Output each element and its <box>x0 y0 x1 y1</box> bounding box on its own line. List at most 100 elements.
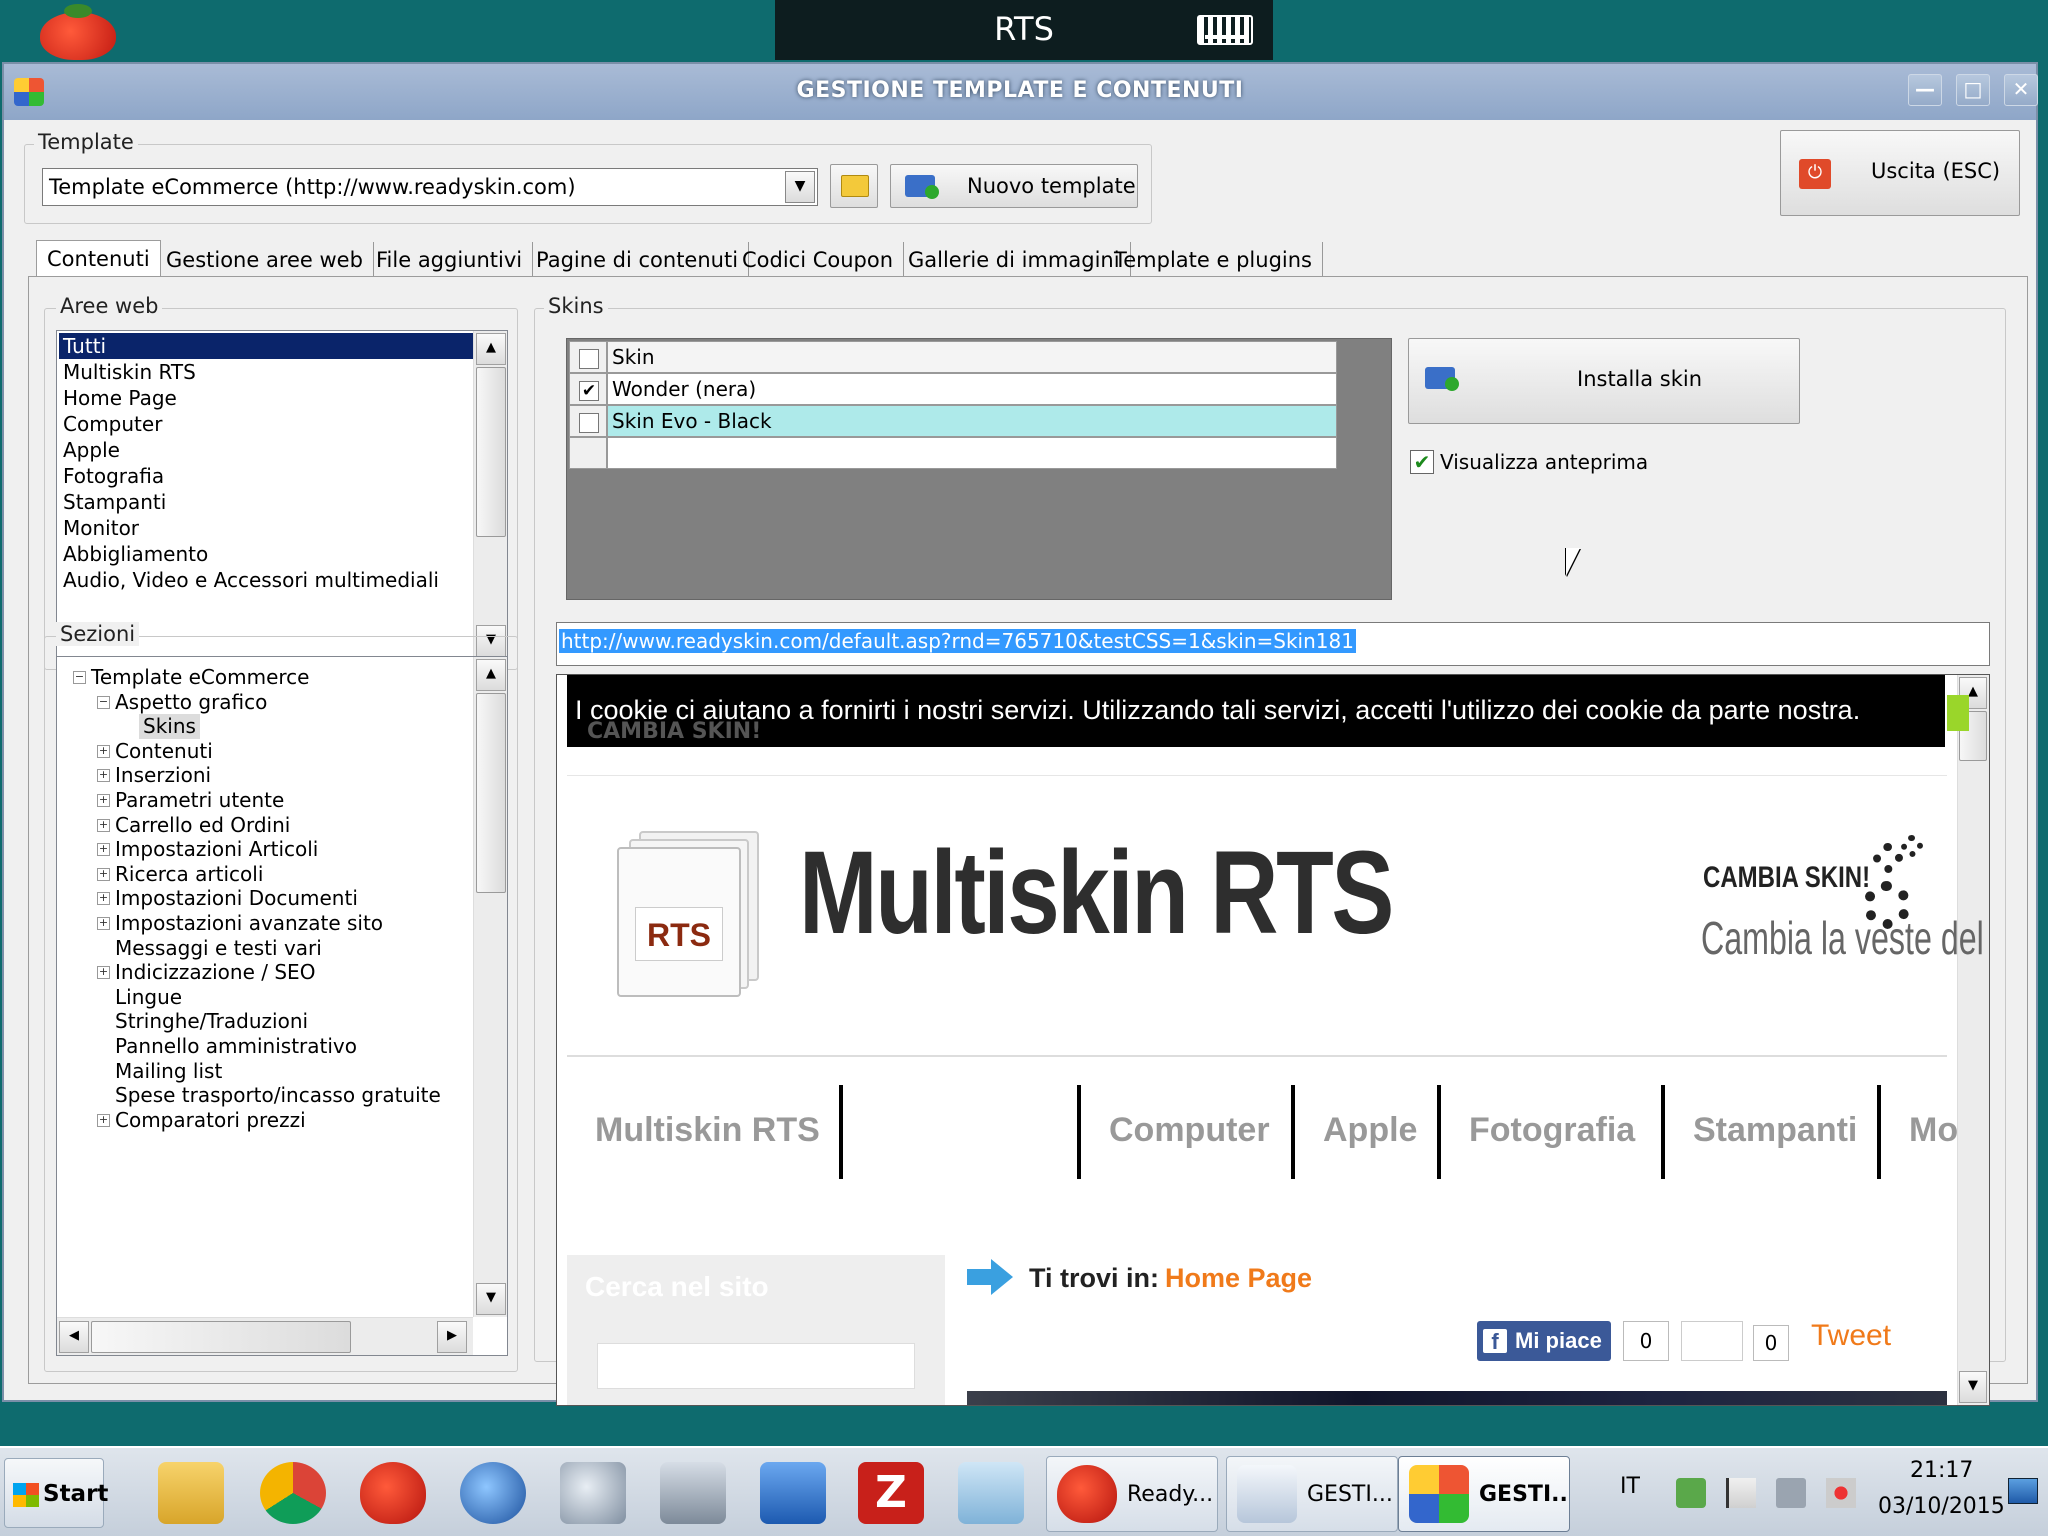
scroll-thumb[interactable] <box>476 367 506 537</box>
expand-icon[interactable]: + <box>97 794 110 807</box>
tree-item[interactable]: Contenuti <box>115 739 213 764</box>
chrome-icon[interactable] <box>260 1462 326 1524</box>
tree-item[interactable]: Indicizzazione / SEO <box>115 960 315 985</box>
notepad-icon[interactable] <box>958 1462 1024 1524</box>
scroll-up-icon[interactable]: ▲ <box>476 659 506 691</box>
nav-item-fotografia[interactable]: Fotografia <box>1469 1085 1635 1175</box>
volume-muted-icon[interactable] <box>1826 1478 1856 1508</box>
nav-item-stampanti[interactable]: Stampanti <box>1693 1085 1857 1175</box>
folder-button[interactable] <box>830 164 878 208</box>
template-select[interactable]: Template eCommerce (http://www.readyskin… <box>42 168 818 206</box>
tree-item[interactable]: Stringhe/Traduzioni <box>115 1009 308 1034</box>
remote-desktop-icon[interactable] <box>760 1462 826 1524</box>
minimize-button[interactable]: — <box>1908 74 1942 106</box>
scroll-thumb[interactable] <box>476 693 506 893</box>
hscroll-thumb[interactable] <box>91 1321 351 1353</box>
display-icon[interactable] <box>1776 1478 1806 1508</box>
install-skin-button[interactable]: Installa skin <box>1408 338 1800 424</box>
expand-icon[interactable]: + <box>97 769 110 783</box>
nav-item-more[interactable]: Mo <box>1909 1085 1958 1175</box>
aree-web-scrollbar[interactable]: ▲ ▼ <box>473 331 507 659</box>
title-bar[interactable]: GESTIONE TEMPLATE E CONTENUTI — □ ✕ <box>4 64 2038 120</box>
preview-url-field[interactable]: http://www.readyskin.com/default.asp?rnd… <box>556 622 1990 666</box>
sezioni-hscrollbar[interactable]: ◀ ▶ <box>57 1317 473 1355</box>
thunderbird-icon[interactable] <box>460 1462 526 1524</box>
nav-item-computer[interactable]: Computer <box>1109 1085 1270 1175</box>
facebook-like-button[interactable]: f Mi piace <box>1477 1321 1611 1361</box>
tree-item[interactable]: Parametri utente <box>115 788 284 813</box>
tools-icon[interactable] <box>560 1462 626 1524</box>
expand-icon[interactable]: + <box>97 818 110 832</box>
tab-pagine-di-contenuti[interactable]: Pagine di contenuti <box>526 242 750 278</box>
nav-item-multiskin[interactable]: Multiskin RTS <box>595 1085 820 1175</box>
scroll-down-icon[interactable]: ▼ <box>1959 1371 1987 1403</box>
taskbar-task-gesti-active[interactable]: GESTI... <box>1398 1456 1570 1532</box>
filezilla-icon[interactable]: Z <box>858 1462 924 1524</box>
expand-icon[interactable]: + <box>97 843 110 857</box>
clock-time[interactable]: 21:17 <box>1910 1458 1973 1483</box>
scroll-up-icon[interactable]: ▲ <box>476 333 506 365</box>
tree-item[interactable]: Impostazioni Articoli <box>115 837 318 862</box>
tree-item[interactable]: Skins <box>139 714 200 739</box>
preview-checkbox[interactable]: ✔ <box>1410 450 1434 474</box>
breadcrumb-link[interactable]: Home Page <box>1165 1263 1312 1294</box>
new-template-button[interactable]: Nuovo template <box>890 164 1138 208</box>
expand-icon[interactable]: + <box>97 1113 110 1127</box>
tweet-link[interactable]: Tweet <box>1811 1319 1891 1353</box>
tree-item[interactable]: Messaggi e testi vari <box>115 936 322 961</box>
scroll-right-icon[interactable]: ▶ <box>437 1321 467 1353</box>
tree-item[interactable]: Ricerca articoli <box>115 862 263 887</box>
list-item[interactable]: Stampanti <box>59 489 473 515</box>
tree-item[interactable]: Lingue <box>115 985 182 1010</box>
aree-web-list[interactable]: Tutti Multiskin RTS Home Page Computer Apple… <box>56 330 508 660</box>
server-icon[interactable] <box>660 1462 726 1524</box>
list-item[interactable]: Tutti <box>59 333 473 359</box>
select-all-checkbox[interactable] <box>579 349 599 369</box>
sezioni-vscrollbar[interactable]: ▲ ▼ <box>473 657 507 1317</box>
tree-item[interactable]: Aspetto grafico <box>115 690 267 715</box>
maximize-button[interactable]: □ <box>1956 74 1990 106</box>
tab-codici-coupon[interactable]: Codici Coupon <box>732 242 905 278</box>
chevron-down-icon[interactable]: ▼ <box>785 171 815 203</box>
list-item[interactable]: Home Page <box>59 385 473 411</box>
skin-preview-browser[interactable]: ▲ ▼ CAMBIA SKIN! I cookie ci aiutano a f… <box>556 674 1990 1406</box>
show-desktop-icon[interactable] <box>2008 1478 2038 1504</box>
tree-item[interactable]: Impostazioni Documenti <box>115 886 358 911</box>
tab-gallerie-di-immagini[interactable]: Gallerie di immagini <box>898 242 1131 278</box>
start-button[interactable]: Start <box>4 1458 108 1528</box>
taskbar-task-ready[interactable]: Ready... <box>1046 1456 1218 1532</box>
tab-template-e-plugins[interactable]: Template e plugins <box>1104 242 1323 278</box>
flag-icon[interactable] <box>1726 1478 1756 1508</box>
expand-icon[interactable]: + <box>97 867 110 881</box>
list-item[interactable]: Monitor <box>59 515 473 541</box>
skins-grid[interactable]: Skin ✔ Wonder (nera) Skin Evo - Black <box>566 338 1392 600</box>
file-explorer-icon[interactable] <box>158 1462 224 1524</box>
list-item[interactable]: Audio, Video e Accessori multimediali <box>59 567 473 593</box>
list-item[interactable]: Fotografia <box>59 463 473 489</box>
expand-icon[interactable]: + <box>97 966 110 980</box>
close-button[interactable]: ✕ <box>2004 74 2038 106</box>
collapse-icon[interactable]: − <box>73 671 86 684</box>
expand-icon[interactable]: + <box>97 892 110 906</box>
tab-file-aggiuntivi[interactable]: File aggiuntivi <box>366 242 534 278</box>
tree-item[interactable]: Template eCommerce <box>91 665 309 690</box>
list-item[interactable]: Apple <box>59 437 473 463</box>
language-indicator[interactable]: IT <box>1620 1474 1640 1499</box>
tab-contenuti[interactable]: Contenuti <box>36 240 161 276</box>
sezioni-tree[interactable]: Template eCommerce − Aspetto grafico − Skins… <box>56 656 508 1356</box>
skin-row-checkbox[interactable] <box>579 413 599 433</box>
preview-scrollbar[interactable]: ▲ ▼ <box>1957 675 1989 1405</box>
list-item[interactable]: Multiskin RTS <box>59 359 473 385</box>
collapse-icon[interactable]: − <box>97 695 110 709</box>
clock-date[interactable]: 03/10/2015 <box>1878 1494 2005 1519</box>
skin-column-header[interactable]: Skin <box>607 341 1337 373</box>
keyboard-icon[interactable] <box>1197 15 1253 45</box>
expand-icon[interactable]: + <box>97 744 110 758</box>
tree-item[interactable]: Inserzioni <box>115 763 211 788</box>
strawberry-app-icon[interactable] <box>360 1462 426 1524</box>
taskbar-task-gesti-mail[interactable]: GESTI... <box>1226 1456 1398 1532</box>
scroll-left-icon[interactable]: ◀ <box>59 1321 89 1353</box>
network-icon[interactable] <box>1676 1478 1706 1508</box>
scroll-down-icon[interactable]: ▼ <box>476 1283 506 1315</box>
list-item[interactable]: Computer <box>59 411 473 437</box>
